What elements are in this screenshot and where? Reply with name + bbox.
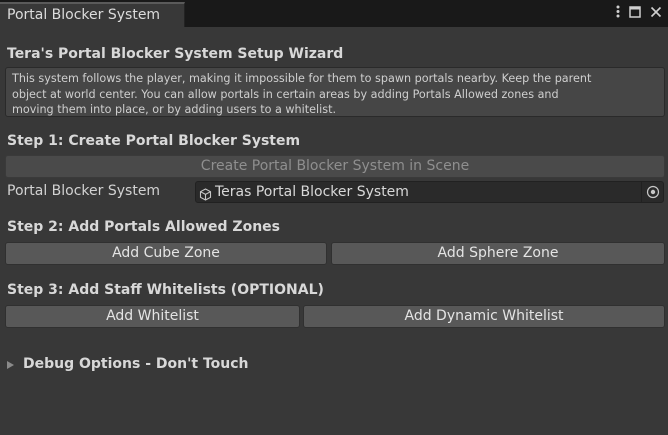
tab-portal-blocker-system[interactable]: Portal Blocker System bbox=[0, 2, 185, 27]
system-object-field[interactable]: Teras Portal Blocker System bbox=[195, 181, 664, 203]
add-cube-zone-button[interactable]: Add Cube Zone bbox=[5, 242, 327, 265]
step1-heading: Step 1: Create Portal Blocker System bbox=[7, 133, 301, 149]
foldout-arrow-icon[interactable] bbox=[7, 360, 14, 369]
help-line: This system follows the player, making i… bbox=[12, 72, 592, 85]
gameobject-cube-icon bbox=[199, 186, 212, 205]
debug-foldout-label: Debug Options - Don't Touch bbox=[23, 356, 249, 372]
add-whitelist-button[interactable]: Add Whitelist bbox=[5, 305, 300, 328]
window-titlebar: Portal Blocker System bbox=[0, 0, 668, 27]
system-field-label: Portal Blocker System bbox=[7, 183, 161, 199]
help-box: This system follows the player, making i… bbox=[5, 67, 665, 117]
maximize-icon[interactable] bbox=[629, 5, 641, 18]
system-field-value: Teras Portal Blocker System bbox=[215, 184, 409, 200]
step2-heading: Step 2: Add Portals Allowed Zones bbox=[7, 219, 280, 235]
add-dynamic-whitelist-button[interactable]: Add Dynamic Whitelist bbox=[303, 305, 665, 328]
close-icon[interactable] bbox=[650, 6, 662, 18]
add-sphere-zone-button[interactable]: Add Sphere Zone bbox=[331, 242, 665, 265]
wizard-title: Tera's Portal Blocker System Setup Wizar… bbox=[7, 46, 344, 62]
create-system-button[interactable]: Create Portal Blocker System in Scene bbox=[5, 155, 665, 178]
more-vert-icon[interactable] bbox=[616, 5, 620, 18]
debug-foldout[interactable]: Debug Options - Don't Touch bbox=[7, 356, 249, 372]
help-line: moving them into place, or by adding use… bbox=[12, 103, 337, 116]
step3-heading: Step 3: Add Staff Whitelists (OPTIONAL) bbox=[7, 282, 324, 298]
window-controls bbox=[616, 5, 662, 18]
target-icon bbox=[646, 185, 660, 199]
tab-title: Portal Blocker System bbox=[7, 7, 161, 23]
object-picker-button[interactable] bbox=[641, 182, 663, 202]
inspector-panel: Tera's Portal Blocker System Setup Wizar… bbox=[0, 27, 668, 435]
help-line: object at world center. You can allow po… bbox=[12, 87, 559, 101]
